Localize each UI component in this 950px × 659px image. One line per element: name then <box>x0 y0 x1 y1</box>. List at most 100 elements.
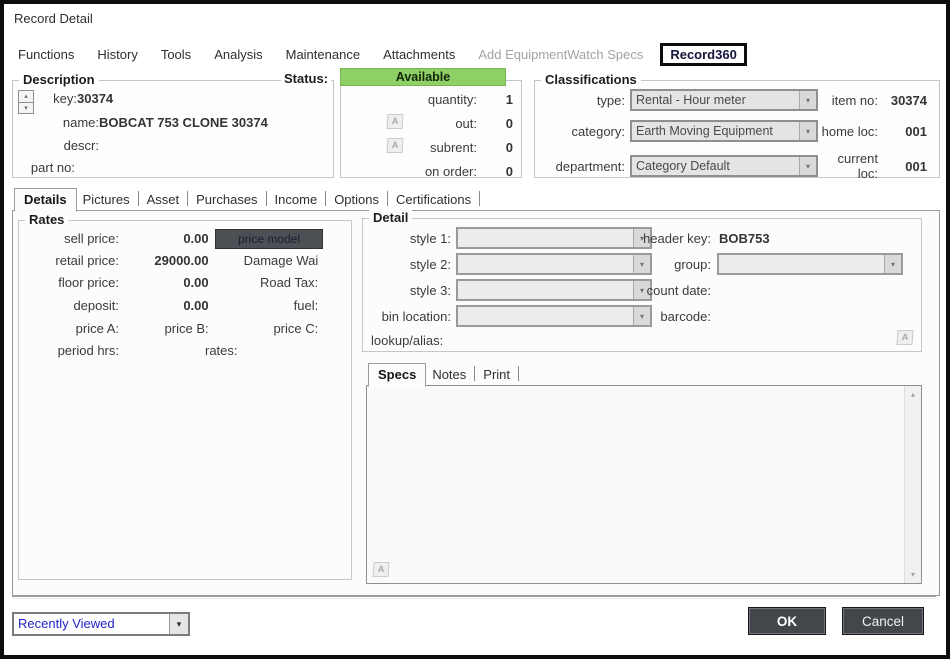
currentloc-value: 001 <box>883 159 931 174</box>
quantity-value: 1 <box>477 92 513 107</box>
category-label: category: <box>541 124 625 139</box>
cancel-button[interactable]: Cancel <box>842 607 924 635</box>
description-group: Description ▴ ▾ key: 30374 name: BOBCAT … <box>12 80 334 178</box>
subrent-value: 0 <box>477 140 513 155</box>
status-label: Status: <box>281 71 331 86</box>
type-value: Rental - Hour meter <box>632 91 799 109</box>
menu-bar: Functions History Tools Analysis Mainten… <box>18 43 936 66</box>
department-label: department: <box>541 159 625 174</box>
header-key-label: header key: <box>619 231 711 246</box>
out-value: 0 <box>477 116 513 131</box>
partno-label: part no: <box>13 160 75 175</box>
name-label: name: <box>13 115 99 130</box>
itemno-label: item no: <box>818 93 878 108</box>
status-badge: Available <box>340 68 506 86</box>
homeloc-label: home loc: <box>818 124 878 139</box>
tab-pictures[interactable]: Pictures <box>77 189 136 211</box>
tab-certifications[interactable]: Certifications <box>390 189 477 211</box>
tab-income[interactable]: Income <box>269 189 324 211</box>
translate-icon[interactable]: A <box>896 330 913 345</box>
sell-price-value: 0.00 <box>123 231 209 246</box>
menu-item-analysis[interactable]: Analysis <box>214 47 262 62</box>
retail-price-value: 29000.00 <box>123 253 209 268</box>
chevron-down-icon[interactable]: ▾ <box>799 91 816 109</box>
specs-scrollbar[interactable]: ▴ ▾ <box>904 386 921 583</box>
damage-waiver-label: Damage Wai <box>212 253 352 268</box>
onorder-label: on order: <box>359 164 477 179</box>
subtab-print[interactable]: Print <box>477 364 516 386</box>
translate-icon[interactable]: A <box>386 114 403 129</box>
price-a-label: price A: <box>23 321 119 336</box>
chevron-down-icon[interactable]: ▾ <box>169 614 188 634</box>
subrent-label: subrent: <box>359 140 477 155</box>
menu-item-tools[interactable]: Tools <box>161 47 191 62</box>
key-value: 30374 <box>77 91 113 106</box>
type-select[interactable]: Rental - Hour meter ▾ <box>630 89 818 111</box>
period-hrs-label: period hrs: <box>23 343 119 358</box>
subtab-specs[interactable]: Specs <box>368 363 426 387</box>
category-value: Earth Moving Equipment <box>632 122 799 140</box>
translate-icon[interactable]: A <box>386 138 403 153</box>
menu-item-functions[interactable]: Functions <box>18 47 74 62</box>
chevron-down-icon[interactable]: ▾ <box>799 157 816 175</box>
itemno-value: 30374 <box>883 93 931 108</box>
price-model-button[interactable]: price model <box>215 229 323 249</box>
floor-price-label: floor price: <box>23 275 119 290</box>
record-detail-dialog: Record Detail Functions History Tools An… <box>0 0 950 659</box>
classifications-group: Classifications type: Rental - Hour mete… <box>534 80 940 178</box>
count-date-label: count date: <box>619 283 711 298</box>
lookup-alias-label: lookup/alias: <box>371 333 443 348</box>
tab-purchases[interactable]: Purchases <box>190 189 263 211</box>
barcode-label: barcode: <box>619 309 711 324</box>
chevron-down-icon[interactable]: ▾ <box>884 255 901 273</box>
category-select[interactable]: Earth Moving Equipment ▾ <box>630 120 818 142</box>
detail-group: Detail style 1: ▾ style 2: ▾ style 3: ▾ … <box>362 218 922 352</box>
tab-options[interactable]: Options <box>328 189 385 211</box>
floor-price-value: 0.00 <box>123 275 209 290</box>
scroll-down-icon[interactable]: ▾ <box>911 566 915 583</box>
style1-label: style 1: <box>367 231 451 246</box>
classifications-legend: Classifications <box>541 72 641 87</box>
specs-textarea[interactable]: A ▴ ▾ <box>366 385 922 584</box>
rates-label: rates: <box>205 343 238 358</box>
menu-item-record360[interactable]: Record360 <box>660 43 746 66</box>
deposit-label: deposit: <box>23 298 119 313</box>
currentloc-label: current loc: <box>818 151 878 181</box>
footer-divider <box>12 596 936 599</box>
onorder-value: 0 <box>477 164 513 179</box>
homeloc-value: 001 <box>883 124 931 139</box>
department-value: Category Default <box>632 157 799 175</box>
menu-item-add-equipmentwatch-specs: Add EquipmentWatch Specs <box>478 47 643 62</box>
deposit-value: 0.00 <box>123 298 209 313</box>
group-label: group: <box>619 257 711 272</box>
menu-item-maintenance[interactable]: Maintenance <box>286 47 360 62</box>
tab-details[interactable]: Details <box>14 188 77 212</box>
detail-legend: Detail <box>369 210 412 225</box>
translate-icon[interactable]: A <box>372 562 389 577</box>
menu-item-history[interactable]: History <box>97 47 137 62</box>
menu-item-attachments[interactable]: Attachments <box>383 47 455 62</box>
rates-legend: Rates <box>25 212 68 227</box>
road-tax-label: Road Tax: <box>212 275 352 290</box>
price-c-label: price C: <box>212 321 352 336</box>
style3-label: style 3: <box>367 283 451 298</box>
price-b-label: price B: <box>123 321 209 336</box>
out-label: out: <box>359 116 477 131</box>
department-select[interactable]: Category Default ▾ <box>630 155 818 177</box>
subtab-notes[interactable]: Notes <box>426 364 472 386</box>
name-value: BOBCAT 753 CLONE 30374 <box>99 115 268 130</box>
chevron-down-icon[interactable]: ▾ <box>799 122 816 140</box>
group-select[interactable]: ▾ <box>717 253 903 275</box>
recently-viewed-value: Recently Viewed <box>14 614 169 634</box>
bin-location-label: bin location: <box>367 309 451 324</box>
recently-viewed-select[interactable]: Recently Viewed ▾ <box>12 612 190 636</box>
rates-group: Rates sell price: 0.00 price model retai… <box>18 220 352 580</box>
tab-asset[interactable]: Asset <box>141 189 186 211</box>
ok-button[interactable]: OK <box>748 607 826 635</box>
descr-label: descr: <box>13 138 99 153</box>
scroll-up-icon[interactable]: ▴ <box>911 386 915 403</box>
status-group: quantity: 1 out: 0 subrent: 0 on order: … <box>340 80 522 178</box>
specs-tabstrip: Specs Notes Print <box>368 362 521 386</box>
fuel-label: fuel: <box>212 298 352 313</box>
retail-price-label: retail price: <box>23 253 119 268</box>
